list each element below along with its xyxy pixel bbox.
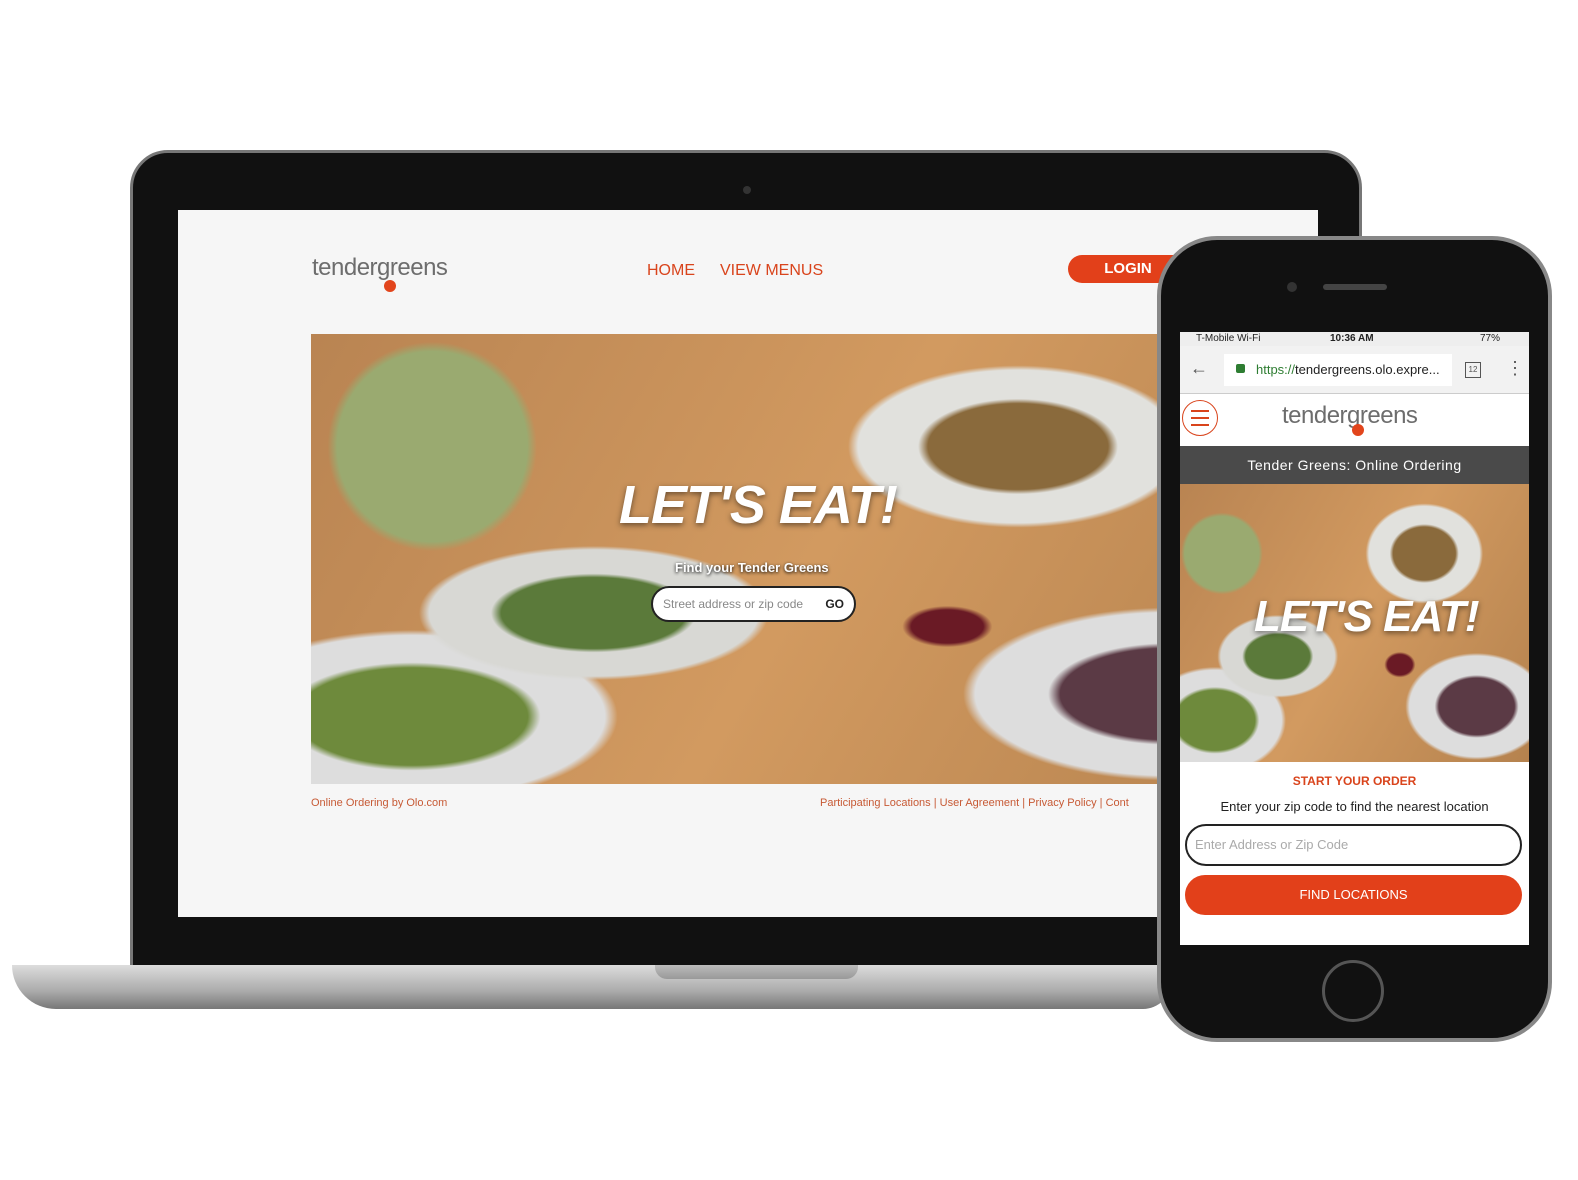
tabs-count-icon[interactable]: 12: [1465, 362, 1481, 378]
page-banner: Tender Greens: Online Ordering: [1180, 446, 1529, 484]
order-heading: START YOUR ORDER: [1292, 774, 1417, 788]
olo-link[interactable]: Online Ordering by Olo.com: [311, 797, 447, 809]
footer-link[interactable]: Participating Locations: [820, 797, 931, 809]
hamburger-menu-icon[interactable]: [1182, 400, 1218, 436]
status-bar: T-Mobile Wi-Fi 10:36 AM 77%: [1180, 332, 1529, 346]
browser-toolbar: ← https://tendergreens.olo.expre... 12 ⋮: [1180, 346, 1529, 394]
hero-title: LET'S EAT!: [619, 475, 898, 535]
nav-view-menus[interactable]: VIEW MENUS: [720, 262, 823, 280]
mobile-logo[interactable]: tendergreens: [1282, 402, 1418, 436]
footer-links: Participating Locations | User Agreement…: [820, 797, 1129, 809]
footer-link[interactable]: Cont: [1106, 797, 1129, 809]
carrier: T-Mobile Wi-Fi: [1196, 333, 1261, 344]
battery-level: 77%: [1480, 333, 1501, 344]
address-search-input[interactable]: Street address or zip code GO: [651, 586, 856, 622]
hero-subtitle: Find your Tender Greens: [675, 560, 829, 575]
lock-icon: [1236, 364, 1245, 373]
mobile-screen: T-Mobile Wi-Fi 10:36 AM 77% ← https://te…: [1180, 332, 1529, 945]
nav-home[interactable]: HOME: [647, 262, 695, 280]
mobile-hero-title: LET'S EAT!: [1254, 592, 1480, 641]
home-button[interactable]: [1322, 960, 1384, 1022]
phone-camera: [1287, 282, 1297, 292]
laptop-camera: [743, 186, 751, 194]
go-button[interactable]: GO: [825, 597, 844, 611]
find-locations-button[interactable]: FIND LOCATIONS: [1185, 875, 1522, 915]
laptop-notch: [655, 965, 858, 979]
desktop-logo[interactable]: tendergreens: [312, 254, 448, 292]
mobile-hero-image: LET'S EAT!: [1180, 484, 1529, 762]
clock: 10:36 AM: [1330, 333, 1374, 344]
order-instructions: Enter your zip code to find the nearest …: [1220, 799, 1489, 814]
zip-code-input[interactable]: Enter Address or Zip Code: [1185, 824, 1522, 866]
more-menu-icon[interactable]: ⋮: [1506, 358, 1524, 379]
phone-speaker: [1323, 284, 1387, 290]
url-bar[interactable]: https://tendergreens.olo.expre...: [1224, 354, 1452, 386]
desktop-screen: tendergreens HOME VIEW MENUS LOGIN LET'S…: [178, 210, 1318, 917]
footer-link[interactable]: Privacy Policy: [1028, 797, 1096, 809]
laptop-base: [12, 965, 1172, 1009]
back-arrow-icon[interactable]: ←: [1190, 358, 1208, 379]
footer-link[interactable]: User Agreement: [940, 797, 1019, 809]
